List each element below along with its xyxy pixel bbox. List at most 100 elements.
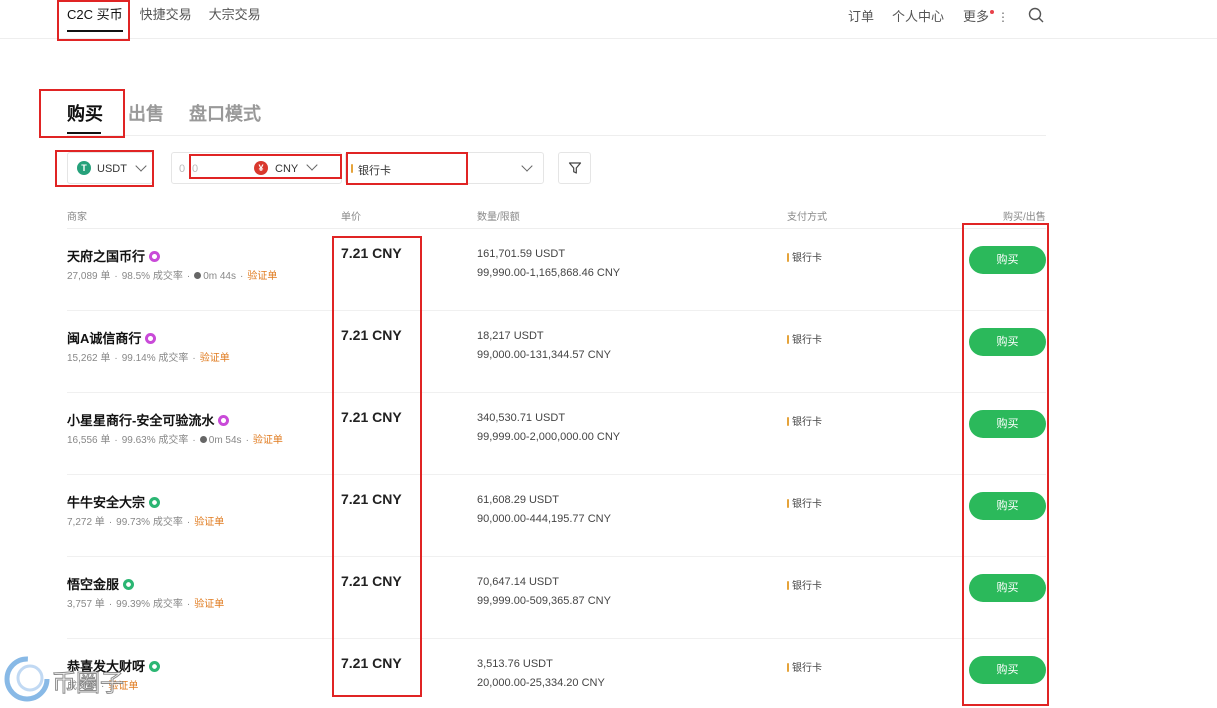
verify-tag[interactable]: 验证单 <box>200 353 230 364</box>
merchant-name[interactable]: 小星星商行-安全可验流水 <box>67 410 230 429</box>
tab-sell[interactable]: 出售 <box>128 100 164 126</box>
unit-price: 7.21 CNY <box>341 409 402 425</box>
notification-dot <box>990 10 995 14</box>
bank-card-icon <box>787 581 789 590</box>
merchant-name-text: 闽A诚信商行 <box>67 331 142 346</box>
tab-buy[interactable]: 购买 <box>67 100 103 126</box>
merchant-name[interactable]: 闽A诚信商行 <box>67 328 157 347</box>
merchant-badge-icon <box>218 415 230 426</box>
merchant-row: 小星星商行-安全可验流水 16,556 单 · 99.63% 成交率 · 0m 54s ·… <box>67 393 1046 475</box>
chevron-down-icon <box>135 160 147 172</box>
unit-price: 7.21 CNY <box>341 245 402 261</box>
buy-button[interactable]: 购买 <box>969 246 1046 274</box>
clock-icon <box>194 272 202 279</box>
header-payment: 支付方式 <box>787 212 827 223</box>
verify-tag[interactable]: 验证单 <box>194 599 224 610</box>
header-buy-sell: 购买/出售 <box>1003 212 1046 223</box>
available-quantity: 340,530.71 USDT <box>477 412 566 424</box>
order-limit: 99,000.00-131,344.57 CNY <box>477 349 611 361</box>
trade-tabs: 购买 出售 盘口模式 <box>67 100 1046 136</box>
header-quantity-limit: 数量/限额 <box>477 212 520 223</box>
merchant-row: 牛牛安全大宗 7,272 单 · 99.73% 成交率 · 验证单 7.21 CNY 6… <box>67 475 1046 557</box>
order-count: 7,272 单 <box>67 517 105 528</box>
merchant-row: 闽A诚信商行 15,262 单 · 99.14% 成交率 · 验证单 7.21 CNY … <box>67 311 1046 393</box>
order-limit: 99,999.00-2,000,000.00 CNY <box>477 431 621 443</box>
verify-tag[interactable]: 验证单 <box>253 435 283 446</box>
merchant-name[interactable]: 牛牛安全大宗 <box>67 492 161 511</box>
payment-method-select[interactable]: 银行卡 <box>345 152 544 184</box>
merchant-name[interactable]: 天府之国币行 <box>67 246 161 265</box>
header-price: 单价 <box>341 212 361 223</box>
payment-method: 银行卡 <box>787 413 822 428</box>
buy-button[interactable]: 购买 <box>969 656 1046 684</box>
clock-icon <box>199 436 207 443</box>
nav-personal-center[interactable]: 个人中心 <box>892 6 944 25</box>
amount-input-value[interactable]: 0 <box>179 163 185 175</box>
payment-method-label: 银行卡 <box>792 581 822 592</box>
merchant-row: 天府之国币行 27,089 单 · 98.5% 成交率 · 0m 44s · 验证单 7.2… <box>67 229 1046 311</box>
payment-method: 银行卡 <box>787 249 822 264</box>
order-limit: 20,000.00-25,334.20 CNY <box>477 677 605 689</box>
order-limit: 90,000.00-444,195.77 CNY <box>477 513 611 525</box>
merchant-name[interactable]: 悟空金服 <box>67 574 135 593</box>
merchant-name-text: 天府之国币行 <box>67 249 146 264</box>
bank-card-icon <box>787 663 789 672</box>
verify-tag[interactable]: 验证单 <box>247 271 277 282</box>
unit-price: 7.21 CNY <box>341 327 402 343</box>
verify-tag[interactable]: 验证单 <box>194 517 224 528</box>
payment-method-label: 银行卡 <box>792 417 822 428</box>
tab-active-underline <box>67 132 101 134</box>
nav-more[interactable]: 更多 ⋮ <box>963 6 1009 25</box>
currency-select-value[interactable]: CNY <box>275 163 298 175</box>
unit-price: 7.21 CNY <box>341 655 402 671</box>
payment-method: 银行卡 <box>787 331 822 346</box>
coin-select[interactable]: T USDT <box>67 152 153 184</box>
merchant-badge-icon <box>145 333 157 344</box>
order-limit: 99,999.00-509,365.87 CNY <box>477 595 611 607</box>
merchant-name-text: 小星星商行-安全可验流水 <box>67 413 215 428</box>
amount-input-value-2: 0 <box>192 163 199 175</box>
available-quantity: 70,647.14 USDT <box>477 576 559 588</box>
merchant-badge-icon <box>149 497 161 508</box>
buy-button[interactable]: 购买 <box>969 410 1046 438</box>
filter-button[interactable] <box>558 152 591 184</box>
cny-icon: ¥ <box>254 161 268 175</box>
merchant-stats: 16,556 单 · 99.63% 成交率 · 0m 54s · 验证单 <box>67 435 283 446</box>
watermark-text: 币圈子 <box>52 669 124 697</box>
top-navigation: C2C 买币 快捷交易 大宗交易 订单 个人中心 更多 ⋮ <box>0 0 1217 39</box>
nav-orders[interactable]: 订单 <box>848 6 874 25</box>
merchant-stats: 3,757 单 · 99.39% 成交率 · 验证单 <box>67 599 225 610</box>
nav-more-label: 更多 <box>963 9 990 24</box>
completion-rate: 99.14% 成交率 <box>121 353 189 364</box>
kebab-icon: ⋮ <box>997 10 1010 24</box>
merchant-stats: 15,262 单 · 99.14% 成交率 · 验证单 <box>67 353 230 364</box>
merchant-badge-icon <box>149 661 161 672</box>
merchant-badge-icon <box>123 579 135 590</box>
top-nav-right: 订单 个人中心 更多 ⋮ <box>0 6 1217 26</box>
avg-release-time: 0m 44s <box>203 271 236 282</box>
payment-method-label: 银行卡 <box>792 253 822 264</box>
available-quantity: 18,217 USDT <box>477 330 544 342</box>
payment-method: 银行卡 <box>787 577 822 592</box>
header-merchant: 商家 <box>67 212 87 223</box>
search-icon[interactable] <box>1028 7 1044 23</box>
available-quantity: 161,701.59 USDT <box>477 248 566 260</box>
bank-card-icon <box>787 417 789 426</box>
merchant-name-text: 牛牛安全大宗 <box>67 495 146 510</box>
order-count: 15,262 单 <box>67 353 111 364</box>
merchant-badge-icon <box>149 251 161 262</box>
payment-method-label: 银行卡 <box>792 499 822 510</box>
buy-button[interactable]: 购买 <box>969 328 1046 356</box>
merchant-stats: 7,272 单 · 99.73% 成交率 · 验证单 <box>67 517 225 528</box>
order-limit: 99,990.00-1,165,868.46 CNY <box>477 267 621 279</box>
available-quantity: 61,608.29 USDT <box>477 494 559 506</box>
buy-button[interactable]: 购买 <box>969 492 1046 520</box>
merchant-row: 悟空金服 3,757 单 · 99.39% 成交率 · 验证单 7.21 CNY 70,… <box>67 557 1046 639</box>
tab-orderbook-mode[interactable]: 盘口模式 <box>189 100 261 126</box>
buy-button[interactable]: 购买 <box>969 574 1046 602</box>
bank-card-icon <box>787 335 789 344</box>
payment-method-label: 银行卡 <box>792 335 822 346</box>
order-count: 16,556 单 <box>67 435 111 446</box>
amount-currency-input[interactable]: 0 0 ¥ CNY <box>171 152 342 184</box>
unit-price: 7.21 CNY <box>341 573 402 589</box>
